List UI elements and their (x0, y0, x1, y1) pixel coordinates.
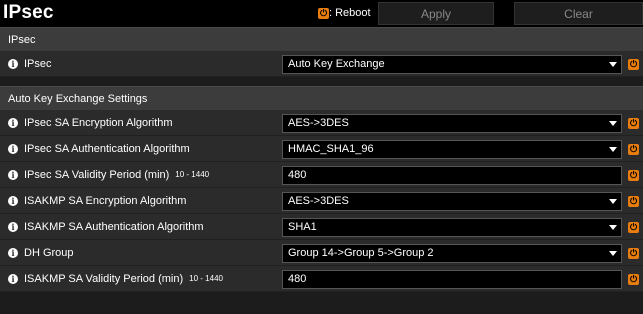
section-ipsec: IPsec (0, 27, 643, 51)
setting-label: i ISAKMP SA Encryption Algorithm (8, 188, 186, 214)
info-icon[interactable]: i (8, 170, 18, 180)
setting-select-value: Group 14->Group 5->Group 2 (288, 247, 434, 259)
setting-select[interactable]: AES->3DES (282, 192, 622, 211)
info-icon[interactable]: i (8, 222, 18, 232)
ipsec-mode-select[interactable]: Auto Key Exchange (282, 55, 622, 74)
section-gap (0, 77, 643, 86)
chevron-down-icon (609, 199, 617, 204)
setting-label-text: IPsec (24, 58, 52, 70)
ipsec-mode-value: Auto Key Exchange (288, 58, 385, 70)
section-auto-key-exchange: Auto Key Exchange Settings (0, 86, 643, 110)
setting-input[interactable]: 480 (282, 270, 622, 289)
setting-row: i DH Group Group 14->Group 5->Group 2 ⏻ (0, 240, 643, 266)
setting-range: 10 - 1440 (175, 170, 210, 179)
setting-label: i ISAKMP SA Validity Period (min) 10 - 144… (8, 266, 223, 292)
setting-input-value: 480 (288, 169, 307, 181)
setting-label-text: ISAKMP SA Validity Period (min) (24, 273, 184, 285)
info-icon[interactable]: i (8, 118, 18, 128)
reboot-icon: ⏻ (628, 248, 639, 259)
reboot-icon: ⏻ (318, 7, 329, 19)
clear-button[interactable]: Clear (514, 2, 643, 25)
setting-select[interactable]: HMAC_SHA1_96 (282, 140, 622, 159)
chevron-down-icon (609, 121, 617, 126)
apply-button[interactable]: Apply (378, 2, 494, 25)
page-title: IPsec (3, 2, 54, 23)
setting-input[interactable]: 480 (282, 166, 622, 185)
chevron-down-icon (609, 251, 617, 256)
setting-select-value: AES->3DES (288, 117, 349, 129)
setting-range: 10 - 1440 (189, 274, 223, 283)
info-icon[interactable]: i (8, 248, 18, 258)
setting-row: i ISAKMP SA Encryption Algorithm AES->3DES… (0, 188, 643, 214)
setting-row: i ISAKMP SA Validity Period (min) 10 - 144… (0, 266, 643, 292)
info-icon[interactable]: i (8, 144, 18, 154)
setting-label-text: ISAKMP SA Encryption Algorithm (24, 195, 187, 207)
setting-select-value: HMAC_SHA1_96 (288, 143, 374, 155)
reboot-icon: ⏻ (628, 170, 639, 181)
reboot-legend-label: : Reboot (329, 7, 371, 19)
setting-label-ipsec: i IPsec (8, 51, 52, 77)
setting-select-value: AES->3DES (288, 195, 349, 207)
setting-label-text: IPsec SA Encryption Algorithm (24, 117, 173, 129)
info-icon[interactable]: i (8, 196, 18, 206)
top-bar: IPsec ⏻ : Reboot Apply Clear (0, 0, 643, 27)
setting-label: i IPsec SA Validity Period (min) 10 - 1440 (8, 162, 209, 188)
setting-label-text: ISAKMP SA Authentication Algorithm (24, 221, 204, 233)
chevron-down-icon (609, 147, 617, 152)
info-icon[interactable]: i (8, 59, 18, 69)
reboot-icon: ⏻ (628, 144, 639, 155)
setting-input-value: 480 (288, 273, 307, 285)
setting-select[interactable]: SHA1 (282, 218, 622, 237)
info-icon[interactable]: i (8, 274, 18, 284)
setting-row: i IPsec SA Validity Period (min) 10 - 1440… (0, 162, 643, 188)
setting-row-ipsec: i IPsec Auto Key Exchange ⏻ (0, 51, 643, 77)
setting-label-text: IPsec SA Validity Period (min) (24, 169, 170, 181)
setting-row: i ISAKMP SA Authentication Algorithm SHA1 ⏻ (0, 214, 643, 240)
settings-list: i IPsec SA Encryption Algorithm AES->3DES ⏻… (0, 110, 643, 292)
reboot-icon: ⏻ (628, 222, 639, 233)
reboot-legend: ⏻ : Reboot (318, 7, 371, 19)
setting-label: i IPsec SA Authentication Algorithm (8, 136, 190, 162)
reboot-icon: ⏻ (628, 59, 639, 70)
reboot-icon: ⏻ (628, 196, 639, 207)
setting-label-text: DH Group (24, 247, 74, 259)
setting-label-text: IPsec SA Authentication Algorithm (24, 143, 190, 155)
chevron-down-icon (609, 62, 617, 67)
setting-row: i IPsec SA Authentication Algorithm HMAC_S… (0, 136, 643, 162)
reboot-icon: ⏻ (628, 118, 639, 129)
setting-select[interactable]: Group 14->Group 5->Group 2 (282, 244, 622, 263)
setting-label: i ISAKMP SA Authentication Algorithm (8, 214, 204, 240)
setting-select-value: SHA1 (288, 221, 317, 233)
chevron-down-icon (609, 225, 617, 230)
setting-label: i IPsec SA Encryption Algorithm (8, 110, 173, 136)
setting-label: i DH Group (8, 240, 74, 266)
setting-select[interactable]: AES->3DES (282, 114, 622, 133)
reboot-icon: ⏻ (628, 274, 639, 285)
setting-row: i IPsec SA Encryption Algorithm AES->3DES ⏻ (0, 110, 643, 136)
